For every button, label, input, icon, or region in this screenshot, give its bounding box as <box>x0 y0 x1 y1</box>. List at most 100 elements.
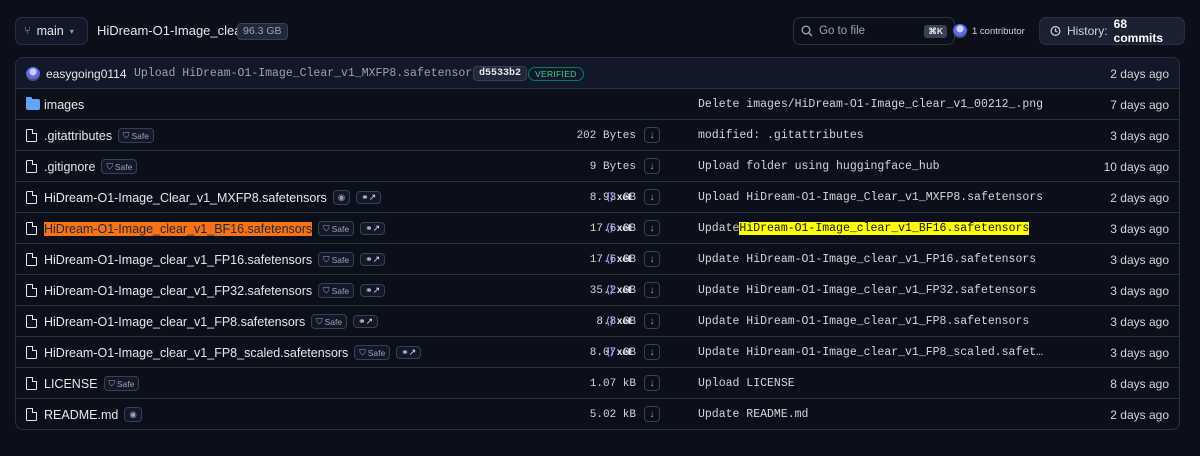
download-icon[interactable]: ↓ <box>644 251 660 267</box>
file-row[interactable]: README.md ◉ 5.02 kB ↓ Update README.md 2 days… <box>16 399 1179 429</box>
file-name[interactable]: HiDream-O1-Image_clear_v1_FP16.safetenso… <box>44 253 312 267</box>
safe-badge[interactable]: ⛉ Safe <box>318 221 355 236</box>
file-icon <box>26 253 37 266</box>
download-icon[interactable]: ↓ <box>644 282 660 298</box>
xet-link-icon[interactable]: ⚭↗ <box>353 315 379 328</box>
scan-icon[interactable]: ◉ <box>332 190 351 205</box>
shield-icon: ⛉ <box>108 378 115 388</box>
file-name[interactable]: HiDream-O1-Image_clear_v1_FP32.safetenso… <box>44 284 312 298</box>
file-row[interactable]: HiDream-O1-Image_clear_v1_FP16.safetenso… <box>16 244 1179 275</box>
commit-hash[interactable]: d5533b2 <box>473 66 528 81</box>
file-icon <box>26 129 37 142</box>
file-row[interactable]: HiDream-O1-Image_clear_v1_FP32.safetenso… <box>16 275 1179 306</box>
xet-badge: ⟨⟩ xet <box>606 223 632 234</box>
xet-badge: ⟨⟩ xet <box>606 316 632 327</box>
file-row[interactable]: .gitignore ⛉ Safe 9 Bytes ↓ Upload folder usi… <box>16 151 1179 182</box>
repo-header: ⑂ main ▾ HiDream-O1-Image_clear 96.3 GB … <box>15 17 1185 45</box>
safe-badge[interactable]: ⛉ Safe <box>118 128 154 143</box>
download-icon[interactable]: ↓ <box>644 189 660 205</box>
safe-badge[interactable]: ⛉ Safe <box>318 283 355 298</box>
file-name[interactable]: LICENSE <box>44 377 98 391</box>
go-to-file-search[interactable]: Go to file ⌘K <box>793 17 955 45</box>
file-icon <box>26 315 37 328</box>
file-icon <box>26 222 37 235</box>
file-row[interactable]: images Delete images/HiDream-O1-Image_cle… <box>16 89 1179 120</box>
file-icon <box>26 284 37 297</box>
file-table: easygoing0114 Upload HiDream-O1-Image_Cl… <box>15 57 1180 430</box>
repo-name[interactable]: HiDream-O1-Image_clear <box>97 23 246 38</box>
commit-author[interactable]: easygoing0114 <box>46 58 127 89</box>
commit-message[interactable]: Update HiDream-O1-Image_clear_v1_BF16.sa… <box>698 213 1030 244</box>
safe-badge[interactable]: ⛉ Safe <box>318 252 355 267</box>
shield-icon: ⛉ <box>323 285 330 295</box>
contributor-avatar <box>953 24 967 38</box>
xet-link-icon[interactable]: ⚭↗ <box>360 253 386 266</box>
branch-selector[interactable]: ⑂ main ▾ <box>15 17 88 45</box>
commit-message[interactable]: Delete images/HiDream-O1-Image_clear_v1_… <box>698 89 1043 120</box>
history-button[interactable]: History: 68 commits <box>1039 17 1185 45</box>
commit-date: 2 days ago <box>1110 190 1169 205</box>
shield-icon: ⛉ <box>359 347 366 357</box>
xet-link-icon[interactable]: ⚭↗ <box>360 222 386 235</box>
file-name[interactable]: HiDream-O1-Image_clear_v1_BF16.safetenso… <box>44 221 313 236</box>
commit-message[interactable]: Update HiDream-O1-Image_clear_v1_FP16.sa… <box>698 244 1036 275</box>
commit-date: 3 days ago <box>1110 283 1169 298</box>
contributors-link[interactable]: 1 contributor <box>953 24 1025 38</box>
download-icon[interactable]: ↓ <box>644 220 660 236</box>
file-row[interactable]: HiDream-O1-Image_clear_v1_FP8_scaled.saf… <box>16 337 1179 368</box>
history-label: History: <box>1066 24 1108 38</box>
commit-date: 3 days ago <box>1110 345 1169 360</box>
download-icon[interactable]: ↓ <box>644 158 660 174</box>
commit-message[interactable]: Update HiDream-O1-Image_clear_v1_FP8_sca… <box>698 337 1043 368</box>
commit-message[interactable]: Update HiDream-O1-Image_clear_v1_FP32.sa… <box>698 275 1036 306</box>
commit-date: 2 days ago <box>1110 66 1169 81</box>
verified-badge: VERIFIED <box>528 66 584 81</box>
download-icon[interactable]: ↓ <box>644 313 660 329</box>
file-row[interactable]: LICENSE ⛉ Safe 1.07 kB ↓ Upload LICENSE 8 days… <box>16 368 1179 399</box>
search-icon <box>801 25 813 37</box>
file-name[interactable]: images <box>44 98 84 112</box>
commit-message[interactable]: Update HiDream-O1-Image_clear_v1_FP8.saf… <box>698 306 1029 337</box>
commit-message[interactable]: Upload HiDream-O1-Image_Clear_v1_MXFP8.s… <box>698 182 1043 213</box>
commit-message[interactable]: Update README.md <box>698 399 808 429</box>
xet-badge: ⟨⟩ xet <box>606 254 632 265</box>
safe-badge[interactable]: ⛉ Safe <box>103 376 140 391</box>
file-name[interactable]: README.md <box>44 408 118 422</box>
shield-icon: ⛉ <box>323 223 330 233</box>
file-row[interactable]: .gitattributes ⛉ Safe 202 Bytes ↓ modified: .… <box>16 120 1179 151</box>
commit-date: 3 days ago <box>1110 128 1169 143</box>
commit-message[interactable]: Upload folder using huggingface_hub <box>698 151 940 182</box>
file-row[interactable]: HiDream-O1-Image_clear_v1_FP8.safetensor… <box>16 306 1179 337</box>
xet-icon: ⟨⟩ <box>606 223 614 234</box>
download-icon[interactable]: ↓ <box>644 375 660 391</box>
commit-message[interactable]: Upload LICENSE <box>698 368 795 399</box>
safe-badge[interactable]: ⛉ Safe <box>311 314 348 329</box>
commit-date: 3 days ago <box>1110 314 1169 329</box>
xet-link-icon[interactable]: ⚭↗ <box>356 191 382 204</box>
history-clock-icon <box>1050 26 1061 36</box>
download-icon[interactable]: ↓ <box>644 344 660 360</box>
scan-icon[interactable]: ◉ <box>124 407 142 422</box>
file-size: 9 Bytes <box>589 160 636 173</box>
folder-icon <box>26 97 40 110</box>
download-icon[interactable]: ↓ <box>644 406 660 422</box>
download-icon[interactable]: ↓ <box>644 127 660 143</box>
commit-message[interactable]: Upload HiDream-O1-Image_Clear_v1_MXFP8.s… <box>134 58 479 89</box>
xet-link-icon[interactable]: ⚭↗ <box>360 284 386 297</box>
file-name[interactable]: HiDream-O1-Image_clear_v1_FP8_scaled.saf… <box>44 346 348 360</box>
file-name[interactable]: .gitattributes <box>44 129 112 143</box>
safe-badge[interactable]: ⛉ Safe <box>101 159 138 174</box>
xet-badge: ⟨⟩ xet <box>606 347 632 358</box>
file-row[interactable]: HiDream-O1-Image_Clear_v1_MXFP8.safetens… <box>16 182 1179 213</box>
commit-message[interactable]: modified: .gitattributes <box>698 120 864 151</box>
commit-date: 3 days ago <box>1110 252 1169 267</box>
file-icon <box>26 160 37 173</box>
file-name[interactable]: .gitignore <box>44 160 95 174</box>
commit-date: 8 days ago <box>1110 376 1169 391</box>
safe-badge[interactable]: ⛉ Safe <box>354 345 391 360</box>
file-name[interactable]: HiDream-O1-Image_clear_v1_FP8.safetensor… <box>44 315 305 329</box>
xet-link-icon[interactable]: ⚭↗ <box>396 346 422 359</box>
search-shortcut: ⌘K <box>924 24 947 38</box>
file-name[interactable]: HiDream-O1-Image_Clear_v1_MXFP8.safetens… <box>44 191 327 205</box>
file-row[interactable]: HiDream-O1-Image_clear_v1_BF16.safetenso… <box>16 213 1179 244</box>
